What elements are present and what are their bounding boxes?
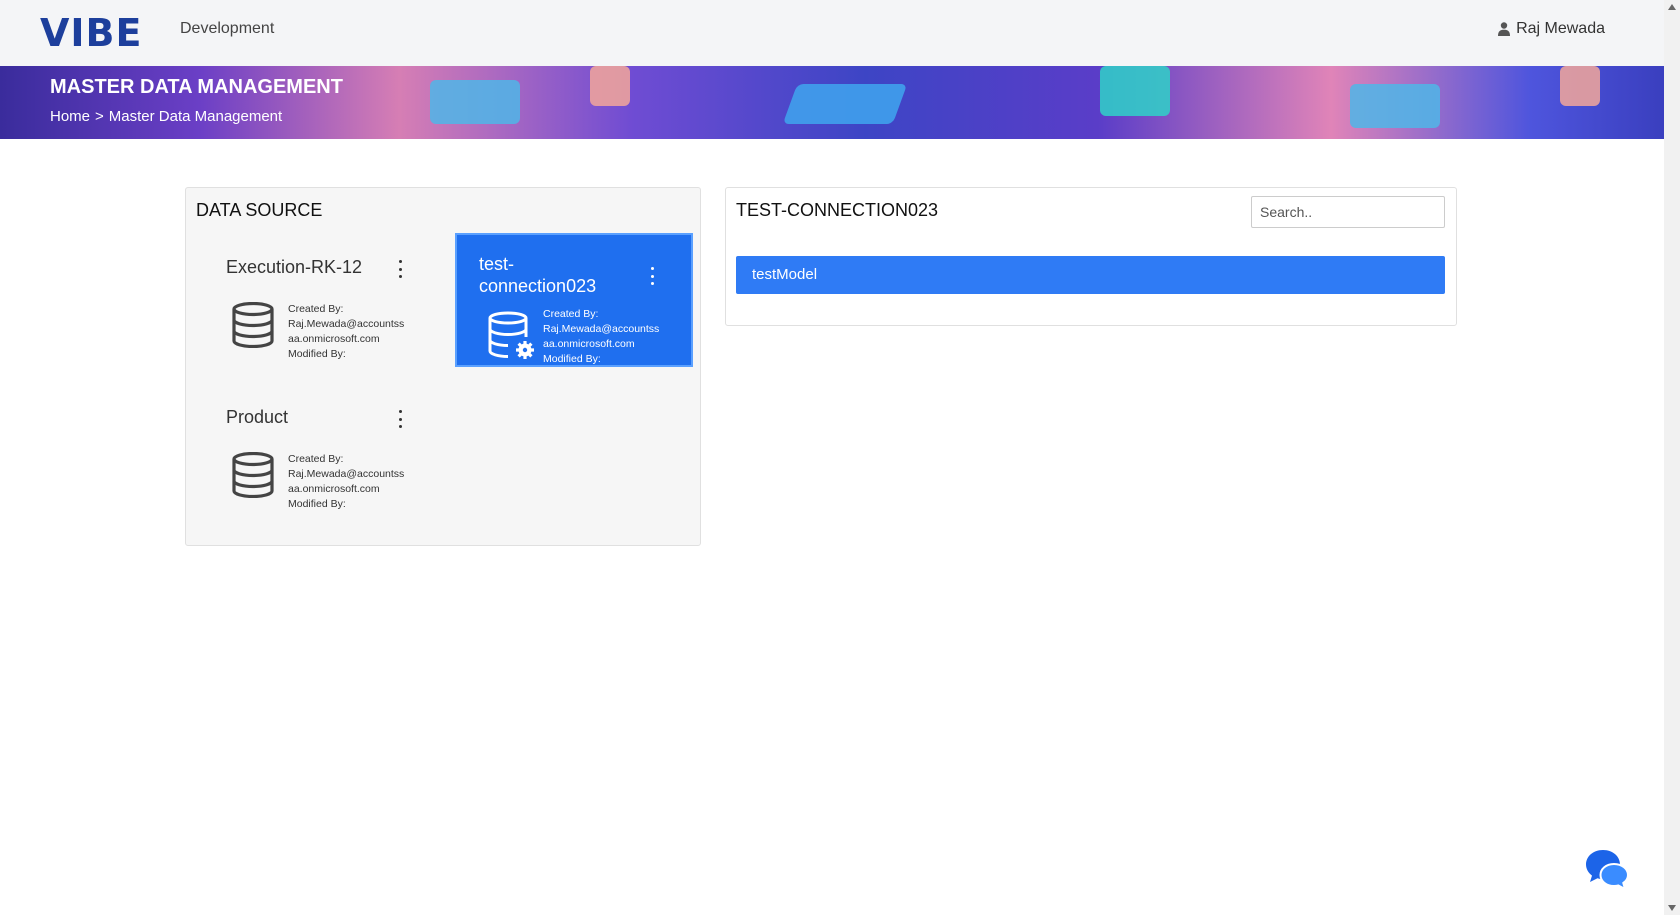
model-list-item[interactable]: testModel — [736, 256, 1445, 294]
chat-icon[interactable] — [1585, 848, 1630, 891]
data-source-name: test-connection023 — [479, 254, 597, 296]
user-name: Raj Mewada — [1516, 20, 1605, 37]
breadcrumb: Home > Master Data Management — [50, 108, 282, 125]
vibe-logo[interactable]: VIBE — [40, 14, 142, 52]
page-banner: MASTER DATA MANAGEMENT Home > Master Dat… — [0, 66, 1664, 139]
data-source-meta: Created By: Raj.Mewada@accountss aa.onmi… — [288, 452, 418, 512]
breadcrumb-home[interactable]: Home — [50, 108, 90, 125]
more-options-icon[interactable] — [395, 260, 405, 278]
page-title: MASTER DATA MANAGEMENT — [50, 76, 343, 98]
created-by-value-cont: aa.onmicrosoft.com — [543, 338, 635, 350]
model-panel: TEST-CONNECTION023 testModel — [725, 187, 1457, 326]
breadcrumb-current: Master Data Management — [108, 108, 283, 125]
banner-decoration — [782, 84, 908, 124]
connection-title: TEST-CONNECTION023 — [736, 200, 939, 220]
top-navbar: VIBE Development Raj Mewada — [0, 0, 1664, 66]
data-source-card-selected[interactable]: test-connection023 Created By: Raj.Mewad… — [455, 233, 693, 367]
data-source-card[interactable]: Execution-RK-12 Created By: Raj.Mewada@a… — [193, 232, 431, 366]
more-options-icon[interactable] — [395, 410, 405, 428]
created-by-value: Raj.Mewada@accountss — [288, 318, 405, 330]
database-icon — [231, 301, 275, 353]
banner-decoration — [430, 80, 520, 124]
data-source-meta: Created By: Raj.Mewada@accountss aa.onmi… — [288, 302, 418, 362]
user-menu[interactable]: Raj Mewada — [1498, 20, 1605, 38]
database-settings-icon — [487, 311, 537, 366]
data-source-card[interactable]: Product Created By: Raj.Mewada@accountss… — [193, 382, 431, 516]
vertical-scrollbar[interactable] — [1664, 0, 1680, 915]
created-by-label: Created By: — [288, 303, 344, 315]
modified-by-label: Modified By: — [543, 353, 601, 365]
more-options-icon[interactable] — [647, 267, 657, 285]
data-source-name: Execution-RK-12 — [226, 257, 363, 277]
data-source-meta: Created By: Raj.Mewada@accountss aa.onmi… — [543, 307, 673, 367]
logo-text: VIBE — [40, 11, 143, 55]
user-icon — [1498, 22, 1511, 36]
data-source-name: Product — [226, 407, 289, 427]
banner-decoration — [590, 66, 630, 106]
search-input[interactable] — [1251, 196, 1445, 228]
banner-decoration — [1560, 66, 1600, 106]
data-source-panel: DATA SOURCE Execution-RK-12 Created By: … — [185, 187, 701, 546]
database-icon — [231, 451, 275, 503]
banner-decoration — [1350, 84, 1440, 128]
created-by-value: Raj.Mewada@accountss — [288, 468, 405, 480]
created-by-label: Created By: — [288, 453, 344, 465]
environment-label[interactable]: Development — [180, 20, 274, 38]
data-source-title: DATA SOURCE — [196, 200, 323, 220]
created-by-label: Created By: — [543, 308, 599, 320]
created-by-value-cont: aa.onmicrosoft.com — [288, 333, 380, 345]
scroll-up-arrow[interactable] — [1668, 4, 1676, 10]
created-by-value-cont: aa.onmicrosoft.com — [288, 483, 380, 495]
modified-by-label: Modified By: — [288, 348, 346, 360]
breadcrumb-separator: > — [95, 108, 104, 125]
banner-decoration — [1100, 66, 1170, 116]
scroll-down-arrow[interactable] — [1668, 905, 1676, 911]
created-by-value: Raj.Mewada@accountss — [543, 323, 660, 335]
modified-by-label: Modified By: — [288, 498, 346, 510]
